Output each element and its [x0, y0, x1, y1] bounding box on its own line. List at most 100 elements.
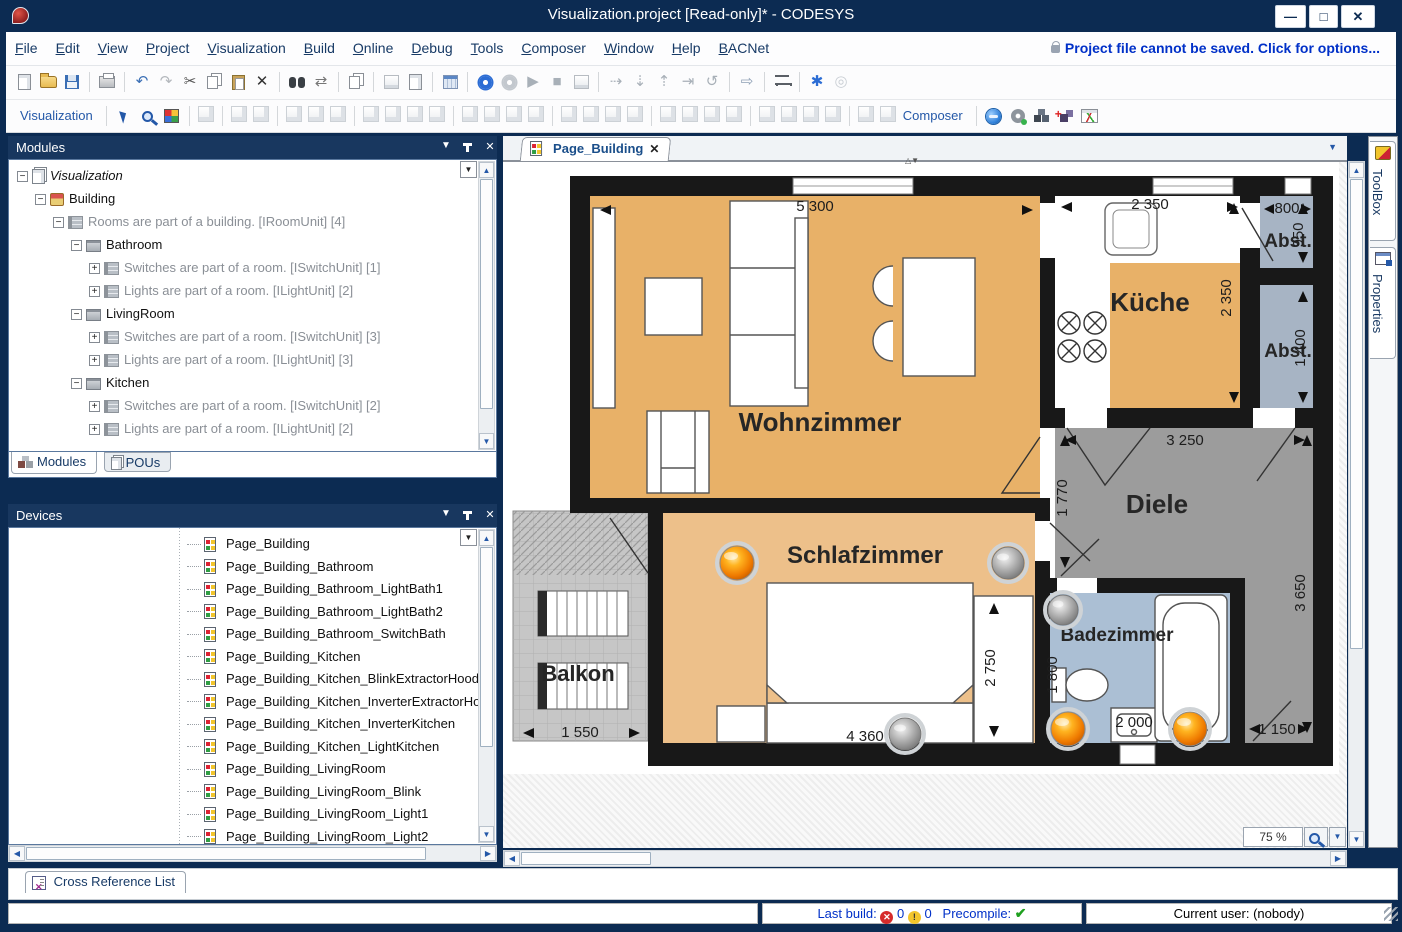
- size-both-button[interactable]: [506, 106, 522, 122]
- bring-to-front-button[interactable]: [803, 106, 819, 122]
- module-tree-item[interactable]: −Building: [13, 187, 496, 210]
- lamp-bathroom-left[interactable]: [1048, 709, 1088, 749]
- switch-bedroom-bed[interactable]: [886, 715, 924, 753]
- frame-scale-button[interactable]: [682, 106, 698, 122]
- device-tree-item[interactable]: Page_Building_LivingRoom_Light2: [9, 826, 496, 846]
- device-tree-item[interactable]: Page_Building_Kitchen_InverterExtractorH…: [9, 691, 496, 714]
- maximize-button[interactable]: □: [1309, 5, 1338, 28]
- scroll-down-icon[interactable]: ▼: [479, 826, 494, 842]
- menu-composer[interactable]: Composer: [521, 40, 586, 56]
- step-out-button[interactable]: ⇡: [652, 70, 676, 94]
- menu-tools[interactable]: Tools: [471, 40, 504, 56]
- send-backward-button[interactable]: [781, 106, 797, 122]
- multi-paste-button[interactable]: [344, 70, 368, 94]
- record-button[interactable]: ◎: [829, 70, 853, 94]
- scroll-left-icon[interactable]: ◀: [9, 846, 25, 861]
- menu-bacnet[interactable]: BACNet: [719, 40, 770, 56]
- device-tree-item[interactable]: Page_Building_LivingRoom_Blink: [9, 781, 496, 804]
- device-tree-item[interactable]: Page_Building_LivingRoom: [9, 758, 496, 781]
- device-cart-button[interactable]: [770, 70, 794, 94]
- composer-refresh-button[interactable]: ✱: [805, 70, 829, 94]
- scroll-down-icon[interactable]: ▼: [479, 433, 494, 449]
- device-tree-item[interactable]: Page_Building_Bathroom_LightBath2: [9, 601, 496, 624]
- devices-pin-icon[interactable]: [466, 511, 469, 520]
- splitter-handle[interactable]: △▼: [905, 156, 935, 166]
- modules-pin-icon[interactable]: [466, 143, 469, 152]
- module-tree-item[interactable]: −Rooms are part of a building. [IRoomUni…: [13, 210, 496, 233]
- expander-minus-icon[interactable]: −: [17, 171, 28, 182]
- redo-button[interactable]: ↷: [154, 70, 178, 94]
- menu-debug[interactable]: Debug: [411, 40, 452, 56]
- device-tree-item[interactable]: Page_Building_Bathroom_LightBath1: [9, 578, 496, 601]
- align-center-vertical-button[interactable]: [385, 106, 401, 122]
- multiselect-all-button[interactable]: [880, 106, 896, 122]
- editor-tab-close-icon[interactable]: ✕: [649, 142, 659, 156]
- align-top-button[interactable]: [363, 106, 379, 122]
- scroll-up-icon[interactable]: ▲: [479, 162, 494, 178]
- devices-combo-dropdown[interactable]: ▼: [460, 529, 477, 546]
- devices-hscrollbar[interactable]: ◀ ▶: [8, 845, 497, 862]
- close-button[interactable]: ✕: [1341, 5, 1375, 28]
- multiselect-button[interactable]: [858, 106, 874, 122]
- menu-edit[interactable]: Edit: [56, 40, 80, 56]
- minimize-button[interactable]: —: [1275, 5, 1306, 28]
- login-gear-inactive-button[interactable]: [497, 70, 521, 94]
- modules-combo-dropdown[interactable]: ▼: [460, 161, 477, 178]
- expander-plus-icon[interactable]: +: [89, 332, 100, 343]
- step-into-button[interactable]: ⇣: [628, 70, 652, 94]
- devices-close-icon[interactable]: ✕: [482, 508, 498, 521]
- composer-settings-button[interactable]: [1006, 104, 1030, 128]
- bring-forward-button[interactable]: [759, 106, 775, 122]
- menu-visualization[interactable]: Visualization: [207, 40, 285, 56]
- device-tree-item[interactable]: Page_Building: [9, 533, 496, 556]
- scroll-left-icon[interactable]: ◀: [504, 851, 520, 866]
- canvas-hscroll-thumb[interactable]: [521, 852, 651, 865]
- menu-build[interactable]: Build: [304, 40, 335, 56]
- stop-button[interactable]: ■: [545, 70, 569, 94]
- menu-help[interactable]: Help: [672, 40, 701, 56]
- size-to-grid-button[interactable]: [528, 106, 544, 122]
- login-gear-active-button[interactable]: [473, 70, 497, 94]
- scroll-right-icon[interactable]: ▶: [1330, 851, 1346, 866]
- expander-minus-icon[interactable]: −: [71, 378, 82, 389]
- run-to-cursor-button[interactable]: ⇥: [676, 70, 700, 94]
- preview-button[interactable]: [198, 106, 214, 122]
- cut-button[interactable]: ✂: [178, 70, 202, 94]
- save-warning[interactable]: Project file cannot be saved. Click for …: [1051, 40, 1380, 56]
- save-file-button[interactable]: [60, 70, 84, 94]
- group-button[interactable]: [231, 106, 247, 122]
- paste-button[interactable]: [226, 70, 250, 94]
- menu-view[interactable]: View: [98, 40, 128, 56]
- frame-selection-button[interactable]: [660, 106, 676, 122]
- composer-toolbar-label[interactable]: Composer: [903, 108, 963, 123]
- ungroup-button[interactable]: [253, 106, 269, 122]
- menu-file[interactable]: File: [15, 40, 38, 56]
- tab-modules[interactable]: Modules: [11, 452, 97, 474]
- module-tree-item[interactable]: +Lights are part of a room. [ILightUnit]…: [13, 348, 496, 371]
- canvas-hscrollbar[interactable]: ◀ ▶: [503, 850, 1347, 867]
- align-center-horizontal-button[interactable]: [308, 106, 324, 122]
- device-tree-item[interactable]: Page_Building_LivingRoom_Light1: [9, 803, 496, 826]
- new-visualization-button[interactable]: [403, 70, 427, 94]
- expander-minus-icon[interactable]: −: [53, 217, 64, 228]
- composer-update-button[interactable]: [982, 104, 1006, 128]
- tab-pous[interactable]: POUs: [104, 452, 172, 472]
- modules-panel-header[interactable]: Modules ▼ ✕: [8, 136, 497, 159]
- device-tree-item[interactable]: Page_Building_Bathroom: [9, 556, 496, 579]
- size-height-button[interactable]: [484, 106, 500, 122]
- module-tree-item[interactable]: +Lights are part of a room. [ILightUnit]…: [13, 279, 496, 302]
- visualization-toolbar-label[interactable]: Visualization: [20, 108, 93, 123]
- background-image-button[interactable]: [429, 106, 445, 122]
- frame-anchor-button[interactable]: [726, 106, 742, 122]
- devices-vscroll-thumb[interactable]: [480, 547, 493, 747]
- align-left-button[interactable]: [286, 106, 302, 122]
- start-button[interactable]: ▶: [521, 70, 545, 94]
- size-width-button[interactable]: [462, 106, 478, 122]
- align-bottom-button[interactable]: [407, 106, 423, 122]
- reset-button[interactable]: ↺: [700, 70, 724, 94]
- grid-options-button[interactable]: [379, 70, 403, 94]
- expander-minus-icon[interactable]: −: [35, 194, 46, 205]
- copy-button[interactable]: [202, 70, 226, 94]
- expander-plus-icon[interactable]: +: [89, 401, 100, 412]
- build-button[interactable]: [438, 70, 462, 94]
